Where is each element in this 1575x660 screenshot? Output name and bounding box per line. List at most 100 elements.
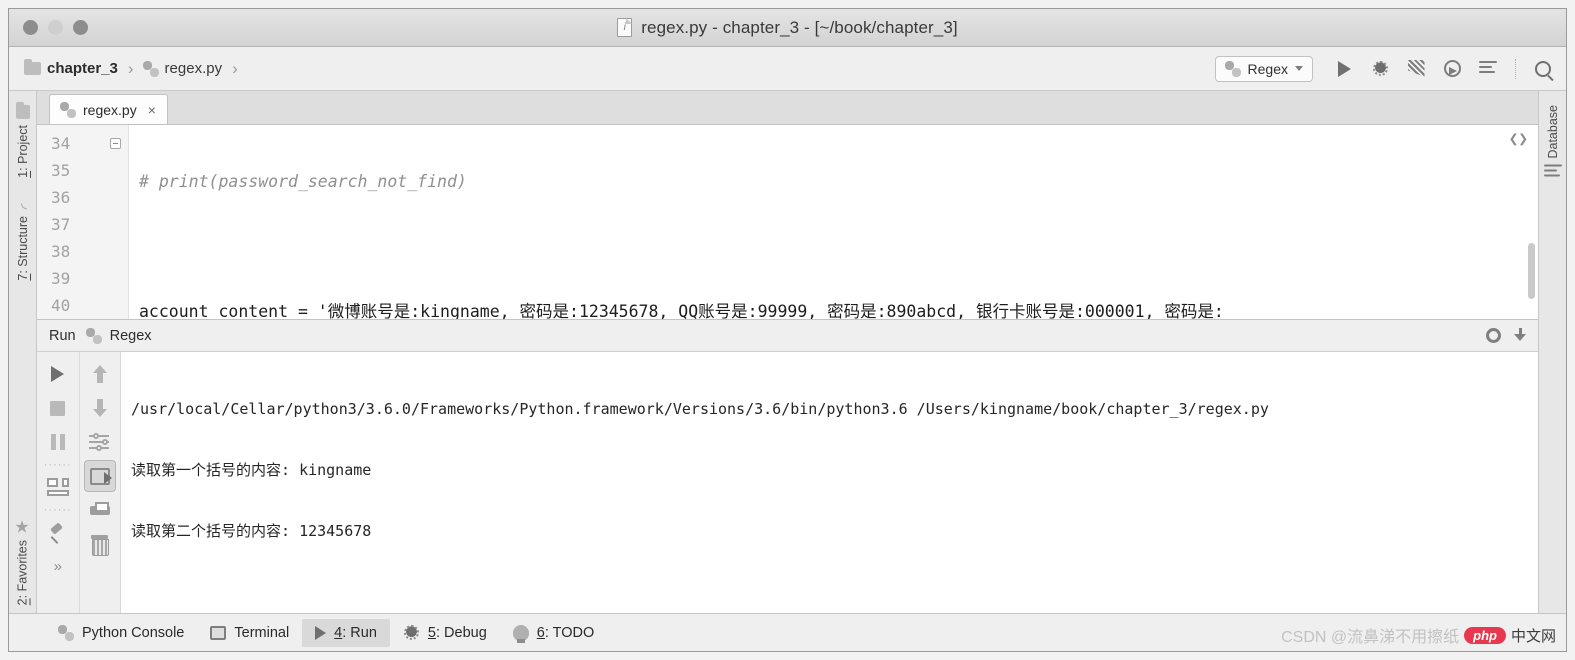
- breadcrumb-item-regex-py[interactable]: regex.py: [140, 60, 226, 77]
- clear-all-button[interactable]: [84, 528, 116, 560]
- filter-icon: [88, 433, 111, 451]
- minimize-window-button[interactable]: [48, 20, 63, 35]
- sidebar-item-structure[interactable]: 7: Structure ◟: [14, 186, 32, 289]
- play-icon: [51, 366, 65, 382]
- sidebar-item-project[interactable]: 1: Project: [15, 97, 30, 186]
- bug-icon: [402, 624, 420, 641]
- collapse-inspections-icon[interactable]: ❮❯: [1509, 131, 1528, 147]
- debug-button[interactable]: [1363, 54, 1397, 84]
- status-item-label: 5: Debug: [428, 625, 487, 641]
- print-icon: [89, 501, 110, 519]
- up-the-stack-button[interactable]: [84, 358, 116, 390]
- attach-to-process-button[interactable]: [1471, 54, 1505, 84]
- code-content[interactable]: # print(password_search_not_find) accoun…: [129, 125, 1538, 319]
- scroll-to-end-icon: [89, 467, 112, 485]
- breadcrumb-label: chapter_3: [47, 60, 118, 77]
- pin-tab-button[interactable]: [42, 516, 74, 548]
- fold-icon[interactable]: [110, 138, 121, 149]
- tool-window-label: 2: Favorites: [16, 540, 30, 605]
- pause-output-button[interactable]: [42, 426, 74, 458]
- scroll-to-end-button[interactable]: [83, 460, 116, 492]
- tool-window-name: : Project: [15, 125, 30, 171]
- watermark: CSDN @流鼻涕不用擦纸 php 中文网: [1281, 623, 1556, 647]
- sidebar-item-database[interactable]: Database: [1543, 97, 1562, 182]
- breadcrumb-separator: ›: [127, 58, 134, 78]
- run-panel-header-actions: [1486, 327, 1528, 344]
- run-toolbar: ······ ······ »: [37, 352, 121, 613]
- sidebar-item-favorites[interactable]: 2: Favorites ★: [13, 509, 32, 613]
- breadcrumb: chapter_3 › regex.py ›: [21, 59, 242, 79]
- status-item-todo[interactable]: 6: TODO: [500, 619, 608, 647]
- navigation-bar: chapter_3 › regex.py › Regex: [9, 47, 1566, 91]
- lines-arrow-icon: [1479, 61, 1497, 76]
- shortcut-number: 5: [427, 624, 436, 641]
- search-icon: [1535, 60, 1551, 77]
- editor-tab-regex-py[interactable]: regex.py ×: [49, 94, 168, 124]
- status-bar: Python Console Terminal 4: Run 5: Debug …: [9, 613, 1566, 651]
- line-number: 38: [51, 242, 71, 261]
- right-tool-window-bar: Database: [1538, 91, 1566, 613]
- gear-icon[interactable]: [1486, 328, 1501, 343]
- console-output[interactable]: /usr/local/Cellar/python3/3.6.0/Framewor…: [121, 352, 1538, 613]
- line-number: 39: [51, 269, 71, 288]
- title-bar: i regex.py - chapter_3 - [~/book/chapter…: [9, 9, 1566, 47]
- more-button[interactable]: »: [42, 550, 74, 582]
- run-configuration-selector[interactable]: Regex: [1214, 55, 1313, 82]
- run-toolbar-column-left: ······ ······ »: [37, 352, 79, 613]
- layout-icon: [46, 478, 69, 496]
- tool-window-name: : Structure: [15, 215, 30, 274]
- application-window: i regex.py - chapter_3 - [~/book/chapter…: [8, 8, 1567, 652]
- watermark-php-badge: php: [1464, 626, 1506, 644]
- print-button[interactable]: [84, 494, 116, 526]
- python-icon: [58, 624, 74, 641]
- status-item-debug[interactable]: 5: Debug: [390, 619, 500, 647]
- arrow-down-icon: [92, 399, 107, 417]
- line-number: 34: [37, 130, 128, 157]
- status-item-run[interactable]: 4: Run: [302, 618, 390, 647]
- status-item-label: Python Console: [82, 624, 185, 641]
- breadcrumb-item-chapter-3[interactable]: chapter_3: [21, 59, 121, 77]
- structure-icon: ◟: [14, 193, 32, 212]
- tool-window-label: 1: Project: [16, 125, 30, 178]
- stop-button[interactable]: [42, 392, 74, 424]
- layout-button[interactable]: [42, 471, 74, 503]
- window-title-group: i regex.py - chapter_3 - [~/book/chapter…: [9, 9, 1566, 46]
- profile-button[interactable]: [1435, 54, 1469, 84]
- down-the-stack-button[interactable]: [84, 392, 116, 424]
- python-icon: [1224, 60, 1241, 77]
- status-item-terminal[interactable]: Terminal: [197, 619, 302, 647]
- terminal-icon: [210, 625, 227, 640]
- code-line-36: account_content = '微博账号是:kingname, 密码是:1…: [139, 302, 1224, 319]
- window-controls[interactable]: [9, 20, 88, 35]
- breadcrumb-label: regex.py: [164, 60, 223, 77]
- breadcrumb-separator: ›: [232, 58, 238, 78]
- filter-button[interactable]: [84, 426, 116, 458]
- status-item-text: : Run: [342, 624, 377, 641]
- zoom-window-button[interactable]: [73, 20, 88, 35]
- run-button[interactable]: [1327, 54, 1361, 84]
- close-window-button[interactable]: [23, 20, 38, 35]
- play-icon: [1337, 60, 1351, 77]
- rerun-button[interactable]: [42, 358, 74, 390]
- code-editor[interactable]: 34 35 36 37 38 39 40 # print(password_se…: [37, 125, 1538, 319]
- pin-icon: [49, 523, 67, 541]
- close-icon[interactable]: ×: [148, 102, 156, 118]
- line-number-text: 34: [51, 134, 71, 153]
- code-line-34: # print(password_search_not_find): [139, 172, 467, 191]
- editor-tab-bar: regex.py ×: [37, 91, 1538, 125]
- download-icon[interactable]: [1513, 327, 1528, 344]
- trash-icon: [91, 534, 110, 556]
- play-icon: [315, 625, 327, 640]
- status-item-text: : TODO: [544, 624, 595, 641]
- run-panel-title: Run: [49, 327, 76, 344]
- database-icon: [1543, 164, 1562, 180]
- toolbar-separator: ······: [43, 458, 72, 471]
- coverage-button[interactable]: [1399, 54, 1433, 84]
- line-number: 36: [51, 188, 71, 207]
- search-everywhere-button[interactable]: [1526, 54, 1560, 84]
- status-item-python-console[interactable]: Python Console: [45, 619, 197, 647]
- editor-scrollbar[interactable]: [1528, 243, 1535, 299]
- python-icon: [85, 327, 102, 344]
- run-tool-window-body: ······ ······ » /usr/local/Cellar/python…: [37, 352, 1538, 613]
